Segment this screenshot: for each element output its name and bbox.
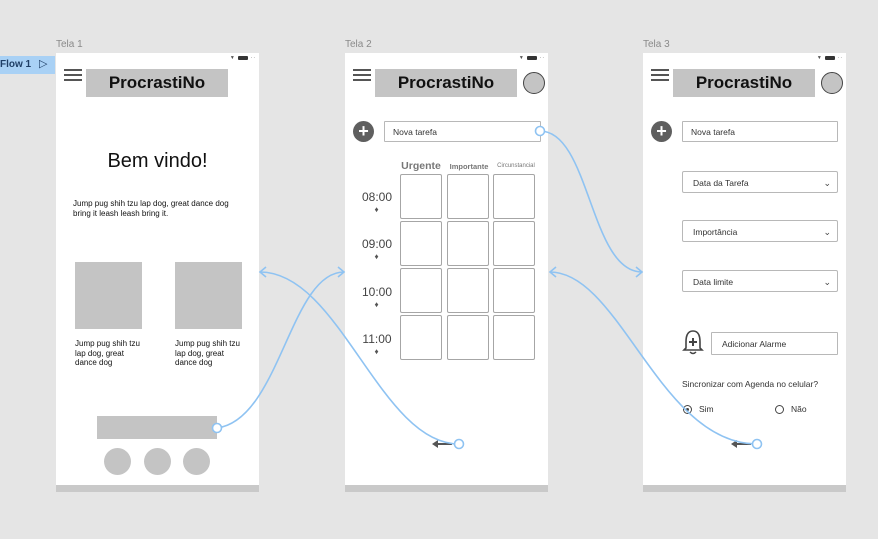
new-task-input[interactable]: Nova tarefa	[384, 121, 541, 142]
round-button-2[interactable]	[144, 448, 171, 475]
flow-label: Flow 1	[0, 59, 32, 70]
schedule-cell[interactable]	[447, 174, 489, 219]
avatar[interactable]	[821, 72, 843, 94]
radio-sim[interactable]	[683, 405, 692, 414]
alarm-bell-icon[interactable]	[682, 329, 704, 355]
intro-text: Jump pug shih tzu lap dog, great dance d…	[73, 199, 229, 218]
status-bar: ▼ ··	[229, 55, 256, 61]
connector-arrowhead	[635, 266, 644, 278]
play-icon[interactable]: ▷	[39, 57, 47, 70]
frame-tela-1: ▼ ·· ProcrastiNo Bem vindo! Jump pug shi…	[56, 53, 259, 492]
schedule-cell[interactable]	[400, 174, 442, 219]
importance-select[interactable]: Importância ⌄	[682, 220, 838, 242]
frame-bottom-bar	[345, 485, 548, 492]
frame-label-tela-1[interactable]: Tela 1	[56, 39, 83, 50]
frame-tela-3: ▼ ·· ProcrastiNo + Nova tarefa Data da T…	[643, 53, 846, 492]
time-label-1000: 10:00	[361, 285, 393, 299]
task-date-label: Data da Tarefa	[693, 178, 749, 188]
connector-tela2-to-tela3	[539, 130, 643, 273]
column-header-circunstancial: Circunstancial	[497, 163, 535, 169]
sync-question: Sincronizar com Agenda no celular?	[682, 379, 819, 389]
schedule-cell[interactable]	[493, 315, 535, 360]
menu-icon[interactable]	[64, 69, 82, 83]
schedule-cell[interactable]	[493, 174, 535, 219]
bell-icon[interactable]: ♦	[373, 348, 380, 356]
column-header-urgente: Urgente	[401, 160, 441, 172]
menu-icon[interactable]	[353, 69, 371, 83]
app-title: ProcrastiNo	[86, 69, 228, 97]
importance-label: Importância	[693, 227, 738, 237]
status-bar: ▼ ··	[518, 55, 545, 61]
radio-nao[interactable]	[775, 405, 784, 414]
avatar[interactable]	[523, 72, 545, 94]
menu-icon[interactable]	[651, 69, 669, 83]
image-placeholder-1	[75, 262, 142, 329]
status-bar: ▼ ··	[816, 55, 843, 61]
schedule-cell[interactable]	[400, 268, 442, 313]
add-icon[interactable]: +	[353, 121, 374, 142]
app-title: ProcrastiNo	[673, 69, 815, 97]
card-caption-2: Jump pug shih tzu lap dog, great dance d…	[175, 339, 240, 367]
column-header-importante: Importante	[449, 162, 489, 171]
time-label-0900: 09:00	[361, 237, 393, 251]
schedule-cell[interactable]	[400, 221, 442, 266]
image-placeholder-2	[175, 262, 242, 329]
app-title: ProcrastiNo	[375, 69, 517, 97]
chevron-down-icon: ⌄	[823, 178, 831, 188]
frame-label-tela-3[interactable]: Tela 3	[643, 39, 670, 50]
welcome-heading: Bem vindo!	[107, 150, 208, 172]
schedule-cell[interactable]	[493, 268, 535, 313]
connector-arrowhead	[258, 266, 267, 278]
round-button-1[interactable]	[104, 448, 131, 475]
back-arrow-icon[interactable]	[432, 440, 452, 448]
radio-nao-label: Não	[791, 404, 807, 414]
radio-sim-label: Sim	[699, 404, 714, 414]
connector-arrowhead	[337, 266, 346, 278]
bell-icon[interactable]: ♦	[373, 301, 380, 309]
deadline-label: Data limite	[693, 277, 734, 287]
schedule-cell[interactable]	[493, 221, 535, 266]
connector-arrowhead	[548, 266, 557, 278]
frame-bottom-bar	[643, 485, 846, 492]
add-alarm-button[interactable]: Adicionar Alarme	[711, 332, 838, 355]
frame-label-tela-2[interactable]: Tela 2	[345, 39, 372, 50]
card-caption-1: Jump pug shih tzu lap dog, great dance d…	[75, 339, 140, 367]
time-label-1100: 11:00	[362, 332, 392, 346]
time-label-0800: 08:00	[361, 190, 393, 204]
back-arrow-icon[interactable]	[731, 440, 751, 448]
start-button[interactable]	[97, 416, 217, 439]
bell-icon[interactable]: ♦	[373, 253, 380, 261]
task-date-select[interactable]: Data da Tarefa ⌄	[682, 171, 838, 193]
schedule-cell[interactable]	[447, 315, 489, 360]
schedule-cell[interactable]	[447, 268, 489, 313]
schedule-cell[interactable]	[447, 221, 489, 266]
add-icon[interactable]: +	[651, 121, 672, 142]
deadline-select[interactable]: Data limite ⌄	[682, 270, 838, 292]
frame-tela-2: ▼ ·· ProcrastiNo + Nova tarefa Urgente I…	[345, 53, 548, 492]
chevron-down-icon: ⌄	[823, 277, 831, 287]
schedule-cell[interactable]	[400, 315, 442, 360]
frame-bottom-bar	[56, 485, 259, 492]
new-task-input[interactable]: Nova tarefa	[682, 121, 838, 142]
bell-icon[interactable]: ♦	[373, 206, 380, 214]
round-button-3[interactable]	[183, 448, 210, 475]
chevron-down-icon: ⌄	[823, 227, 831, 237]
